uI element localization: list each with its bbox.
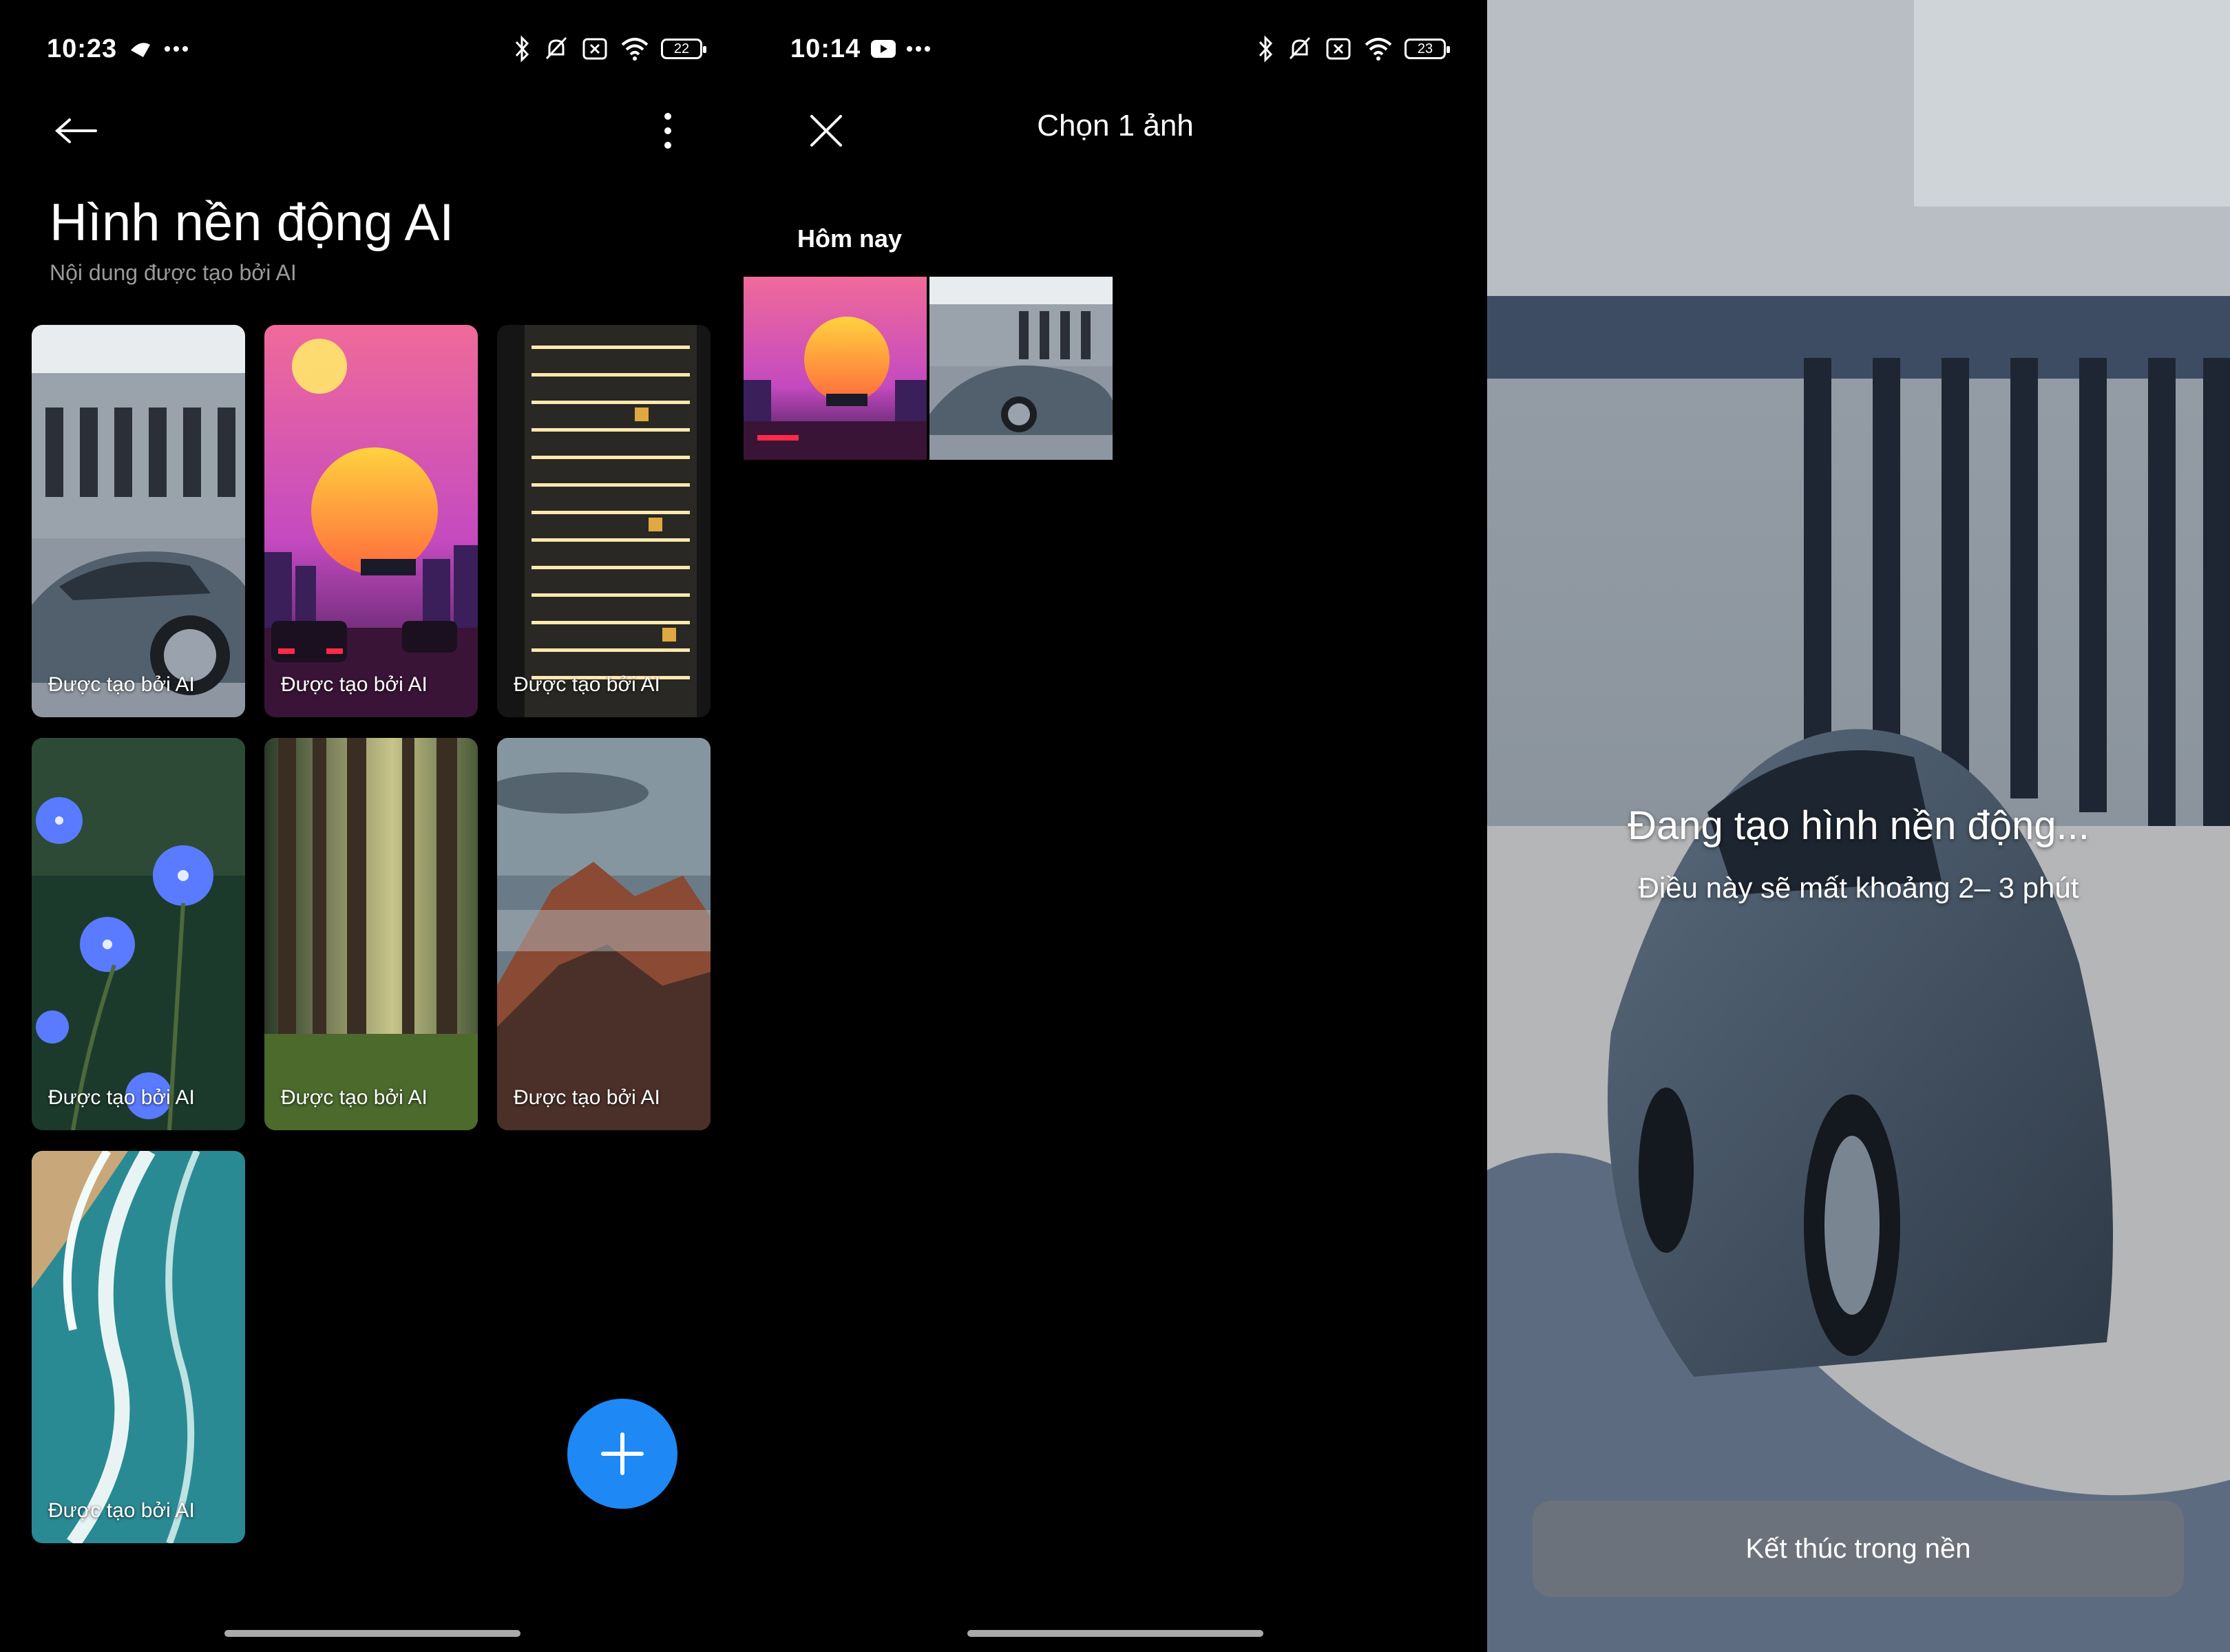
battery-indicator: 23 bbox=[1405, 39, 1450, 59]
wallpaper-card-tower[interactable]: Được tạo bởi AI bbox=[497, 325, 711, 717]
wallpaper-card-flowers[interactable]: Được tạo bởi AI bbox=[32, 738, 245, 1130]
photo-picker-screen: 10:14 23 Chọn 1 ảnh Hôm nay bbox=[744, 0, 1487, 1652]
page-subtitle: Nội dung được tạo bởi AI bbox=[50, 260, 297, 285]
card-caption: Được tạo bởi AI bbox=[514, 673, 660, 696]
status-time: 10:14 bbox=[790, 34, 861, 63]
wifi-icon bbox=[1365, 38, 1392, 61]
generating-title: Đang tạo hình nền động... bbox=[1628, 803, 2090, 848]
gesture-bar bbox=[967, 1630, 1263, 1637]
card-caption: Được tạo bởi AI bbox=[48, 673, 195, 696]
wallpaper-thumbnail bbox=[264, 325, 478, 717]
no-sim-icon bbox=[1326, 38, 1351, 60]
no-sim-icon bbox=[582, 38, 607, 60]
plus-icon bbox=[601, 1432, 644, 1475]
silent-icon bbox=[545, 36, 567, 60]
silent-icon bbox=[1289, 36, 1311, 60]
wallpaper-thumbnail bbox=[497, 325, 711, 717]
card-caption: Được tạo bởi AI bbox=[514, 1086, 660, 1109]
photo-image bbox=[929, 277, 1113, 460]
bluetooth-icon bbox=[515, 35, 529, 63]
photo-thumbnail-car[interactable] bbox=[929, 277, 1113, 460]
page-title: Hình nền động AI bbox=[50, 193, 454, 252]
wallpaper-thumbnail bbox=[32, 325, 245, 717]
back-button[interactable] bbox=[48, 103, 103, 158]
more-vertical-icon bbox=[664, 113, 671, 149]
wallpaper-card-ocean[interactable]: Được tạo bởi AI bbox=[32, 1151, 245, 1543]
youtube-icon bbox=[871, 40, 896, 58]
picker-title: Chọn 1 ảnh bbox=[1037, 109, 1194, 142]
card-caption: Được tạo bởi AI bbox=[48, 1499, 195, 1522]
wallpaper-card-car[interactable]: Được tạo bởi AI bbox=[32, 325, 245, 717]
more-notifications-icon bbox=[907, 46, 931, 52]
finish-in-background-button[interactable]: Kết thúc trong nền bbox=[1533, 1501, 2184, 1597]
wallpaper-card-mountain[interactable]: Được tạo bởi AI bbox=[497, 738, 711, 1130]
card-caption: Được tạo bởi AI bbox=[48, 1086, 195, 1109]
wallpaper-thumbnail bbox=[497, 738, 711, 1130]
back-arrow-icon bbox=[54, 118, 97, 143]
wallpaper-gallery-screen: 10:23 22 Hình nền động AI Nội dung được … bbox=[0, 0, 744, 1652]
add-wallpaper-button[interactable] bbox=[567, 1399, 677, 1509]
bluetooth-icon bbox=[1259, 35, 1273, 63]
wifi-icon bbox=[621, 38, 649, 61]
status-bar: 10:23 22 bbox=[47, 26, 706, 72]
status-bar: 10:14 23 bbox=[790, 26, 1450, 72]
battery-indicator: 22 bbox=[661, 39, 706, 59]
notification-icon bbox=[131, 43, 151, 57]
more-notifications-icon bbox=[165, 46, 189, 52]
gesture-bar bbox=[224, 1630, 520, 1637]
section-today: Hôm nay bbox=[797, 224, 903, 253]
generating-subtitle: Điều này sẽ mất khoảng 2– 3 phút bbox=[1638, 871, 2079, 904]
wallpaper-card-forest[interactable]: Được tạo bởi AI bbox=[264, 738, 478, 1130]
status-time: 10:23 bbox=[47, 34, 118, 63]
more-options-button[interactable] bbox=[640, 103, 695, 158]
photo-image bbox=[744, 277, 927, 460]
card-caption: Được tạo bởi AI bbox=[281, 1086, 428, 1109]
wallpaper-thumbnail bbox=[32, 1151, 245, 1543]
wallpaper-card-synthwave[interactable]: Được tạo bởi AI bbox=[264, 325, 478, 717]
photo-thumbnail-synthwave[interactable] bbox=[744, 277, 927, 460]
wallpaper-thumbnail bbox=[32, 738, 245, 1130]
generating-wallpaper-screen: Đang tạo hình nền động... Điều này sẽ mấ… bbox=[1487, 0, 2230, 1652]
card-caption: Được tạo bởi AI bbox=[281, 673, 428, 696]
wallpaper-thumbnail bbox=[264, 738, 478, 1130]
